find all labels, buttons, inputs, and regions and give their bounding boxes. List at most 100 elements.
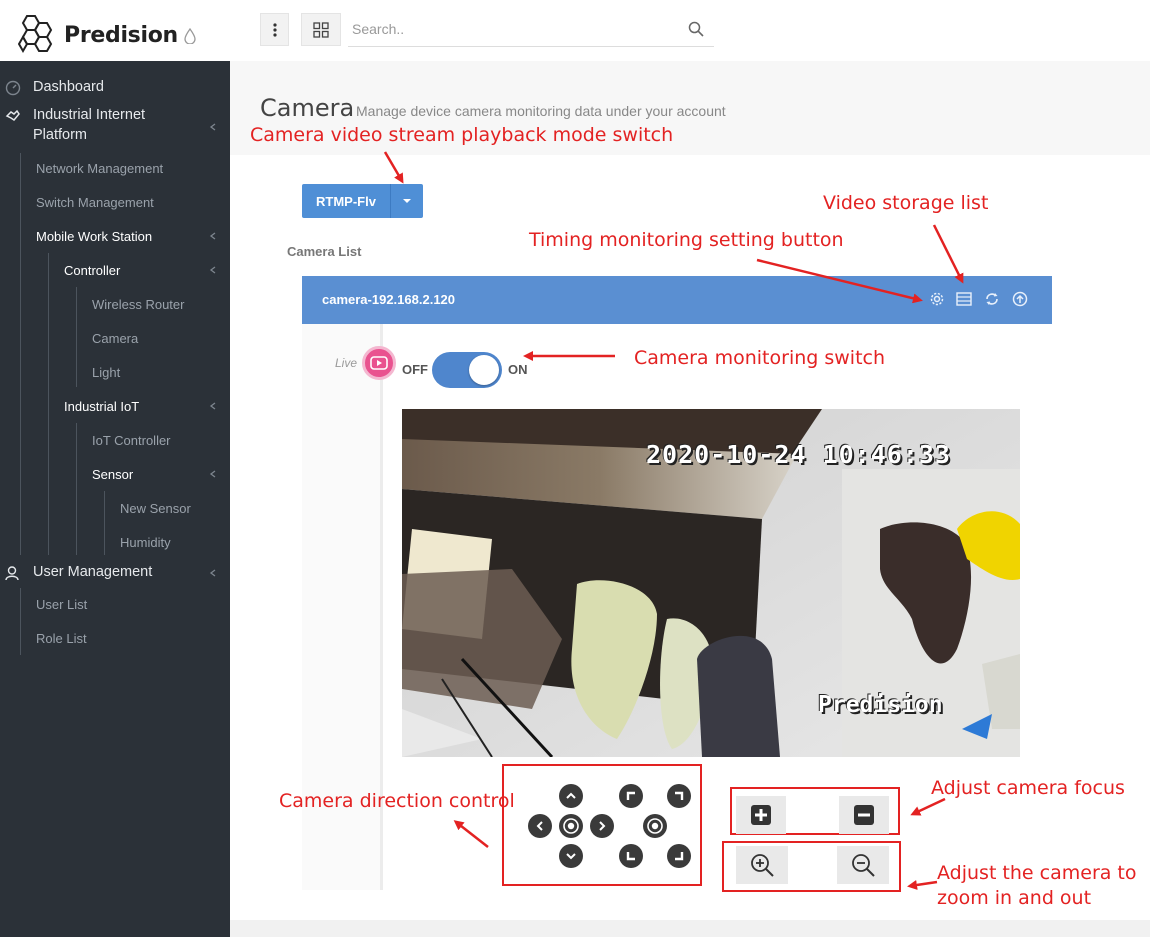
chevron-left-icon[interactable]: [209, 266, 217, 274]
sidebar-item-mobile-work-station[interactable]: Mobile Work Station: [36, 229, 152, 244]
top-bar: Predision: [0, 0, 1150, 61]
annotation-timing-monitoring: Timing monitoring setting button: [529, 229, 844, 251]
pan-up-button[interactable]: [559, 784, 583, 808]
video-storage-list-button[interactable]: [955, 290, 973, 308]
refresh-icon: [986, 293, 998, 305]
camera-name: camera-192.168.2.120: [322, 292, 456, 307]
sidebar-item-industrial-iot[interactable]: Industrial IoT: [64, 399, 139, 414]
tree-line: [76, 287, 77, 387]
vertical-dots-icon: [272, 22, 277, 37]
grid-view-button[interactable]: [301, 13, 341, 46]
user-management-icon: [5, 566, 19, 581]
zoom-in-icon: [751, 854, 774, 877]
pan-bottom-right-button[interactable]: [667, 844, 691, 868]
search-bar: [348, 13, 714, 47]
logo[interactable]: Predision: [18, 14, 178, 56]
chevron-left-icon[interactable]: [209, 569, 217, 577]
live-play-button[interactable]: [362, 346, 396, 380]
minus-icon: [854, 805, 874, 825]
chevron-left-icon[interactable]: [209, 402, 217, 410]
sidebar-item-controller[interactable]: Controller: [64, 263, 120, 278]
zoom-out-button[interactable]: [837, 846, 889, 884]
tree-line: [48, 253, 49, 555]
sidebar-item-camera[interactable]: Camera: [92, 331, 138, 346]
pan-right-button[interactable]: [590, 814, 614, 838]
chevron-left-icon[interactable]: [209, 232, 217, 240]
focus-minus-button[interactable]: [839, 796, 889, 834]
live-label: Live: [335, 356, 358, 370]
sidebar-item-switch-management[interactable]: Switch Management: [36, 195, 154, 210]
video-timestamp: 2020-10-24 10:46:33: [646, 440, 951, 469]
page-subtitle: Manage device camera monitoring data und…: [356, 103, 726, 119]
brand-name: Predision: [64, 22, 178, 48]
grid-icon: [313, 21, 329, 38]
monitoring-switch[interactable]: [432, 352, 502, 388]
bottom-left-icon: [626, 852, 635, 861]
playback-mode-dropdown-toggle[interactable]: [390, 184, 423, 218]
sidebar-item-industrial-platform[interactable]: Industrial Internet Platform: [33, 107, 145, 143]
sidebar-item-humidity[interactable]: Humidity: [120, 535, 171, 550]
sidebar-item-sensor[interactable]: Sensor: [92, 467, 133, 482]
sidebar-item-network-management[interactable]: Network Management: [36, 161, 163, 176]
upload-icon: [1012, 291, 1028, 307]
zoom-out-icon: [852, 854, 875, 877]
ptz-center-button[interactable]: [643, 814, 667, 838]
annotation-direction-control: Camera direction control: [279, 790, 515, 812]
pan-left-button[interactable]: [528, 814, 552, 838]
pan-down-button[interactable]: [559, 844, 583, 868]
center-icon: [563, 818, 579, 834]
pan-top-left-button[interactable]: [619, 784, 643, 808]
focus-plus-button[interactable]: [736, 796, 786, 834]
switch-off-label: OFF: [402, 362, 428, 377]
upload-button[interactable]: [1011, 290, 1029, 308]
water-drop-icon[interactable]: [184, 28, 196, 44]
dashboard-gauge-icon: [5, 80, 21, 96]
sidebar-item-iot-controller[interactable]: IoT Controller: [92, 433, 171, 448]
hexagon-logo-icon: [18, 15, 53, 54]
chevron-left-icon[interactable]: [209, 470, 217, 478]
refresh-button[interactable]: [983, 290, 1001, 308]
sidebar-item-role-list[interactable]: Role List: [36, 631, 87, 646]
top-right-icon: [675, 791, 684, 800]
sidebar-item-light[interactable]: Light: [92, 365, 120, 380]
pan-center-button[interactable]: [559, 814, 583, 838]
tree-line: [104, 491, 105, 555]
center-icon: [647, 818, 663, 834]
zoom-in-button[interactable]: [736, 846, 788, 884]
caret-down-icon: [403, 199, 411, 203]
sidebar-item-label: Industrial Internet: [33, 107, 146, 123]
sidebar-item-user-list[interactable]: User List: [36, 597, 87, 612]
annotation-zoom-line1: Adjust the camera to: [937, 862, 1137, 884]
bottom-right-icon: [675, 852, 684, 861]
video-watermark: Predision: [818, 692, 943, 718]
pan-top-right-button[interactable]: [667, 784, 691, 808]
more-options-button[interactable]: [260, 13, 289, 46]
plus-icon: [751, 805, 771, 825]
annotation-playback-mode: Camera video stream playback mode switch: [250, 124, 674, 146]
sidebar-item-user-management[interactable]: User Management: [33, 564, 152, 580]
chevron-left-icon[interactable]: [209, 123, 217, 131]
switch-on-label: ON: [508, 362, 528, 377]
tree-line: [20, 588, 21, 655]
sidebar-item-dashboard[interactable]: Dashboard: [33, 79, 104, 95]
page-title: Camera: [260, 94, 355, 122]
annotation-monitoring-switch: Camera monitoring switch: [634, 347, 886, 369]
down-icon: [566, 853, 576, 860]
gear-icon: [930, 292, 944, 306]
sidebar-item-label: Platform: [33, 127, 87, 143]
search-input[interactable]: [352, 21, 672, 37]
switch-knob: [469, 355, 499, 385]
tree-line: [76, 423, 77, 555]
annotation-zoom-line2: zoom in and out: [937, 887, 1092, 909]
camera-list-label: Camera List: [287, 244, 362, 259]
tree-line: [20, 153, 21, 555]
sidebar: [0, 61, 230, 937]
sidebar-item-new-sensor[interactable]: New Sensor: [120, 501, 191, 516]
timing-settings-button[interactable]: [928, 290, 946, 308]
play-icon: [370, 356, 388, 370]
search-icon[interactable]: [688, 21, 704, 37]
playback-mode-button[interactable]: RTMP-Flv: [302, 184, 390, 218]
pan-bottom-left-button[interactable]: [619, 844, 643, 868]
sidebar-item-wireless-router[interactable]: Wireless Router: [92, 297, 184, 312]
right-icon: [599, 821, 606, 831]
